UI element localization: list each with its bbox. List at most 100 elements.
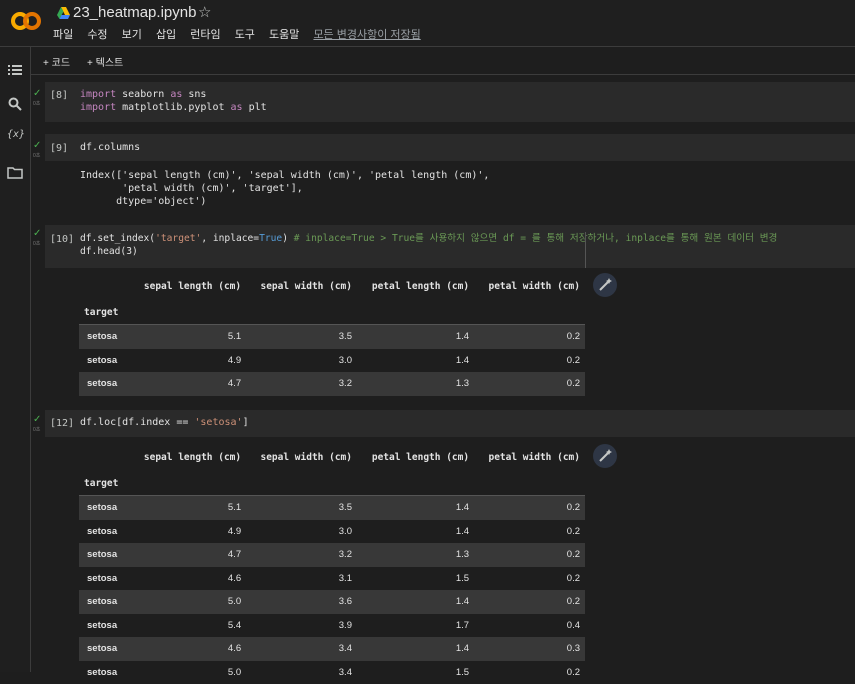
table-row: setosa5.43.91.70.4 xyxy=(79,614,585,638)
run-check-icon[interactable]: ✓ xyxy=(33,88,41,99)
table-cell: 3.0 xyxy=(246,349,357,373)
table-cell: 3.5 xyxy=(246,496,357,520)
execution-count: [9] xyxy=(50,143,68,154)
table-cell: 1.5 xyxy=(357,567,474,591)
code-line: import seaborn as sns import matplotlib.… xyxy=(80,88,267,114)
menu-item-view[interactable]: 보기 xyxy=(122,29,142,41)
execution-count: [8] xyxy=(50,90,68,101)
row-index-cell: setosa xyxy=(79,567,129,591)
table-cell: 0.2 xyxy=(474,567,585,591)
table-row: setosa5.13.51.40.2 xyxy=(79,325,585,349)
magic-wand-icon xyxy=(593,273,617,297)
add-code-button[interactable]: + 코드 xyxy=(43,54,70,69)
menu-item-help[interactable]: 도움말 xyxy=(269,29,299,41)
table-cell: 0.2 xyxy=(474,520,585,544)
magic-wand-button[interactable] xyxy=(593,273,617,297)
table-cell: 4.6 xyxy=(129,567,246,591)
table-cell: 3.2 xyxy=(246,543,357,567)
add-text-button[interactable]: + 텍스트 xyxy=(87,54,123,69)
table-row: setosa4.93.01.40.2 xyxy=(79,349,585,373)
run-check-icon[interactable]: ✓ xyxy=(33,228,41,239)
code-line: df.columns xyxy=(80,141,140,154)
column-header: sepal width (cm) xyxy=(246,273,357,300)
table-cell: 4.6 xyxy=(129,637,246,661)
drive-icon xyxy=(57,7,70,19)
table-cell: 5.1 xyxy=(129,325,246,349)
table-cell: 0.2 xyxy=(474,349,585,373)
row-index-cell: setosa xyxy=(79,614,129,638)
row-index-cell: setosa xyxy=(79,637,129,661)
table-row: setosa5.03.61.40.2 xyxy=(79,590,585,614)
magic-wand-icon xyxy=(593,444,617,468)
table-cell: 1.5 xyxy=(357,661,474,684)
variables-icon[interactable]: {x} xyxy=(7,129,23,145)
save-status-link[interactable]: 모든 변경사항이 저장됨 xyxy=(313,29,420,41)
table-cell: 1.3 xyxy=(357,543,474,567)
run-time-label: 0초 xyxy=(33,152,40,159)
toc-icon[interactable] xyxy=(7,62,23,78)
table-row: setosa4.73.21.30.2 xyxy=(79,543,585,567)
row-index-cell: setosa xyxy=(79,661,129,684)
table-cell: 1.4 xyxy=(357,520,474,544)
column-header: sepal length (cm) xyxy=(129,273,246,300)
table-cell: 0.2 xyxy=(474,325,585,349)
menu-item-edit[interactable]: 수정 xyxy=(87,29,107,41)
table-cell: 5.0 xyxy=(129,590,246,614)
execution-count: [12] xyxy=(50,418,74,429)
table-cell: 4.7 xyxy=(129,543,246,567)
table-cell: 3.0 xyxy=(246,520,357,544)
dataframe-table: sepal length (cm) sepal width (cm) petal… xyxy=(79,444,585,684)
table-cell: 3.4 xyxy=(246,661,357,684)
table-cell: 0.2 xyxy=(474,496,585,520)
menu-bar: 파일 수정 보기 삽입 런타임 도구 도움말 모든 변경사항이 저장됨 xyxy=(53,26,432,42)
menu-item-file[interactable]: 파일 xyxy=(53,29,73,41)
index-name: target xyxy=(79,300,129,325)
table-cell: 4.9 xyxy=(129,349,246,373)
table-cell: 1.4 xyxy=(357,325,474,349)
table-row: setosa5.13.51.40.2 xyxy=(79,496,585,520)
menu-item-insert[interactable]: 삽입 xyxy=(156,29,176,41)
table-row: setosa4.73.21.30.2 xyxy=(79,372,585,396)
row-index-cell: setosa xyxy=(79,520,129,544)
cell-divider xyxy=(585,232,586,268)
notebook-title[interactable]: 23_heatmap.ipynb xyxy=(73,4,196,21)
folder-icon[interactable] xyxy=(7,165,23,181)
cell-output-text: Index(['sepal length (cm)', 'sepal width… xyxy=(80,169,489,208)
code-cell[interactable] xyxy=(45,134,855,161)
table-cell: 1.4 xyxy=(357,496,474,520)
table-cell: 0.2 xyxy=(474,372,585,396)
table-cell: 3.5 xyxy=(246,325,357,349)
run-time-label: 0초 xyxy=(33,240,40,247)
row-index-cell: setosa xyxy=(79,349,129,373)
menu-item-runtime[interactable]: 런타임 xyxy=(190,29,220,41)
notebook-toolbar: + 코드 + 텍스트 xyxy=(31,47,855,75)
table-cell: 0.2 xyxy=(474,661,585,684)
magic-wand-button[interactable] xyxy=(593,444,617,468)
table-cell: 5.1 xyxy=(129,496,246,520)
table-cell: 0.4 xyxy=(474,614,585,638)
column-header: petal length (cm) xyxy=(357,273,474,300)
app-header: 23_heatmap.ipynb ☆ 파일 수정 보기 삽입 런타임 도구 도움… xyxy=(0,0,855,46)
run-check-icon[interactable]: ✓ xyxy=(33,140,41,151)
table-row: setosa4.93.01.40.2 xyxy=(79,520,585,544)
column-header: petal width (cm) xyxy=(474,273,585,300)
table-cell: 0.2 xyxy=(474,590,585,614)
run-time-label: 0초 xyxy=(33,426,40,433)
table-cell: 1.7 xyxy=(357,614,474,638)
column-header: sepal length (cm) xyxy=(129,444,246,471)
table-cell: 0.3 xyxy=(474,637,585,661)
star-icon[interactable]: ☆ xyxy=(198,3,211,21)
table-cell: 1.4 xyxy=(357,590,474,614)
colab-logo[interactable] xyxy=(10,10,42,32)
column-header: sepal width (cm) xyxy=(246,444,357,471)
table-cell: 3.9 xyxy=(246,614,357,638)
table-cell: 5.0 xyxy=(129,661,246,684)
row-index-cell: setosa xyxy=(79,325,129,349)
table-cell: 4.9 xyxy=(129,520,246,544)
table-cell: 3.2 xyxy=(246,372,357,396)
table-cell: 1.3 xyxy=(357,372,474,396)
run-check-icon[interactable]: ✓ xyxy=(33,414,41,425)
table-cell: 3.4 xyxy=(246,637,357,661)
menu-item-tools[interactable]: 도구 xyxy=(235,29,255,41)
search-icon[interactable] xyxy=(7,96,23,112)
